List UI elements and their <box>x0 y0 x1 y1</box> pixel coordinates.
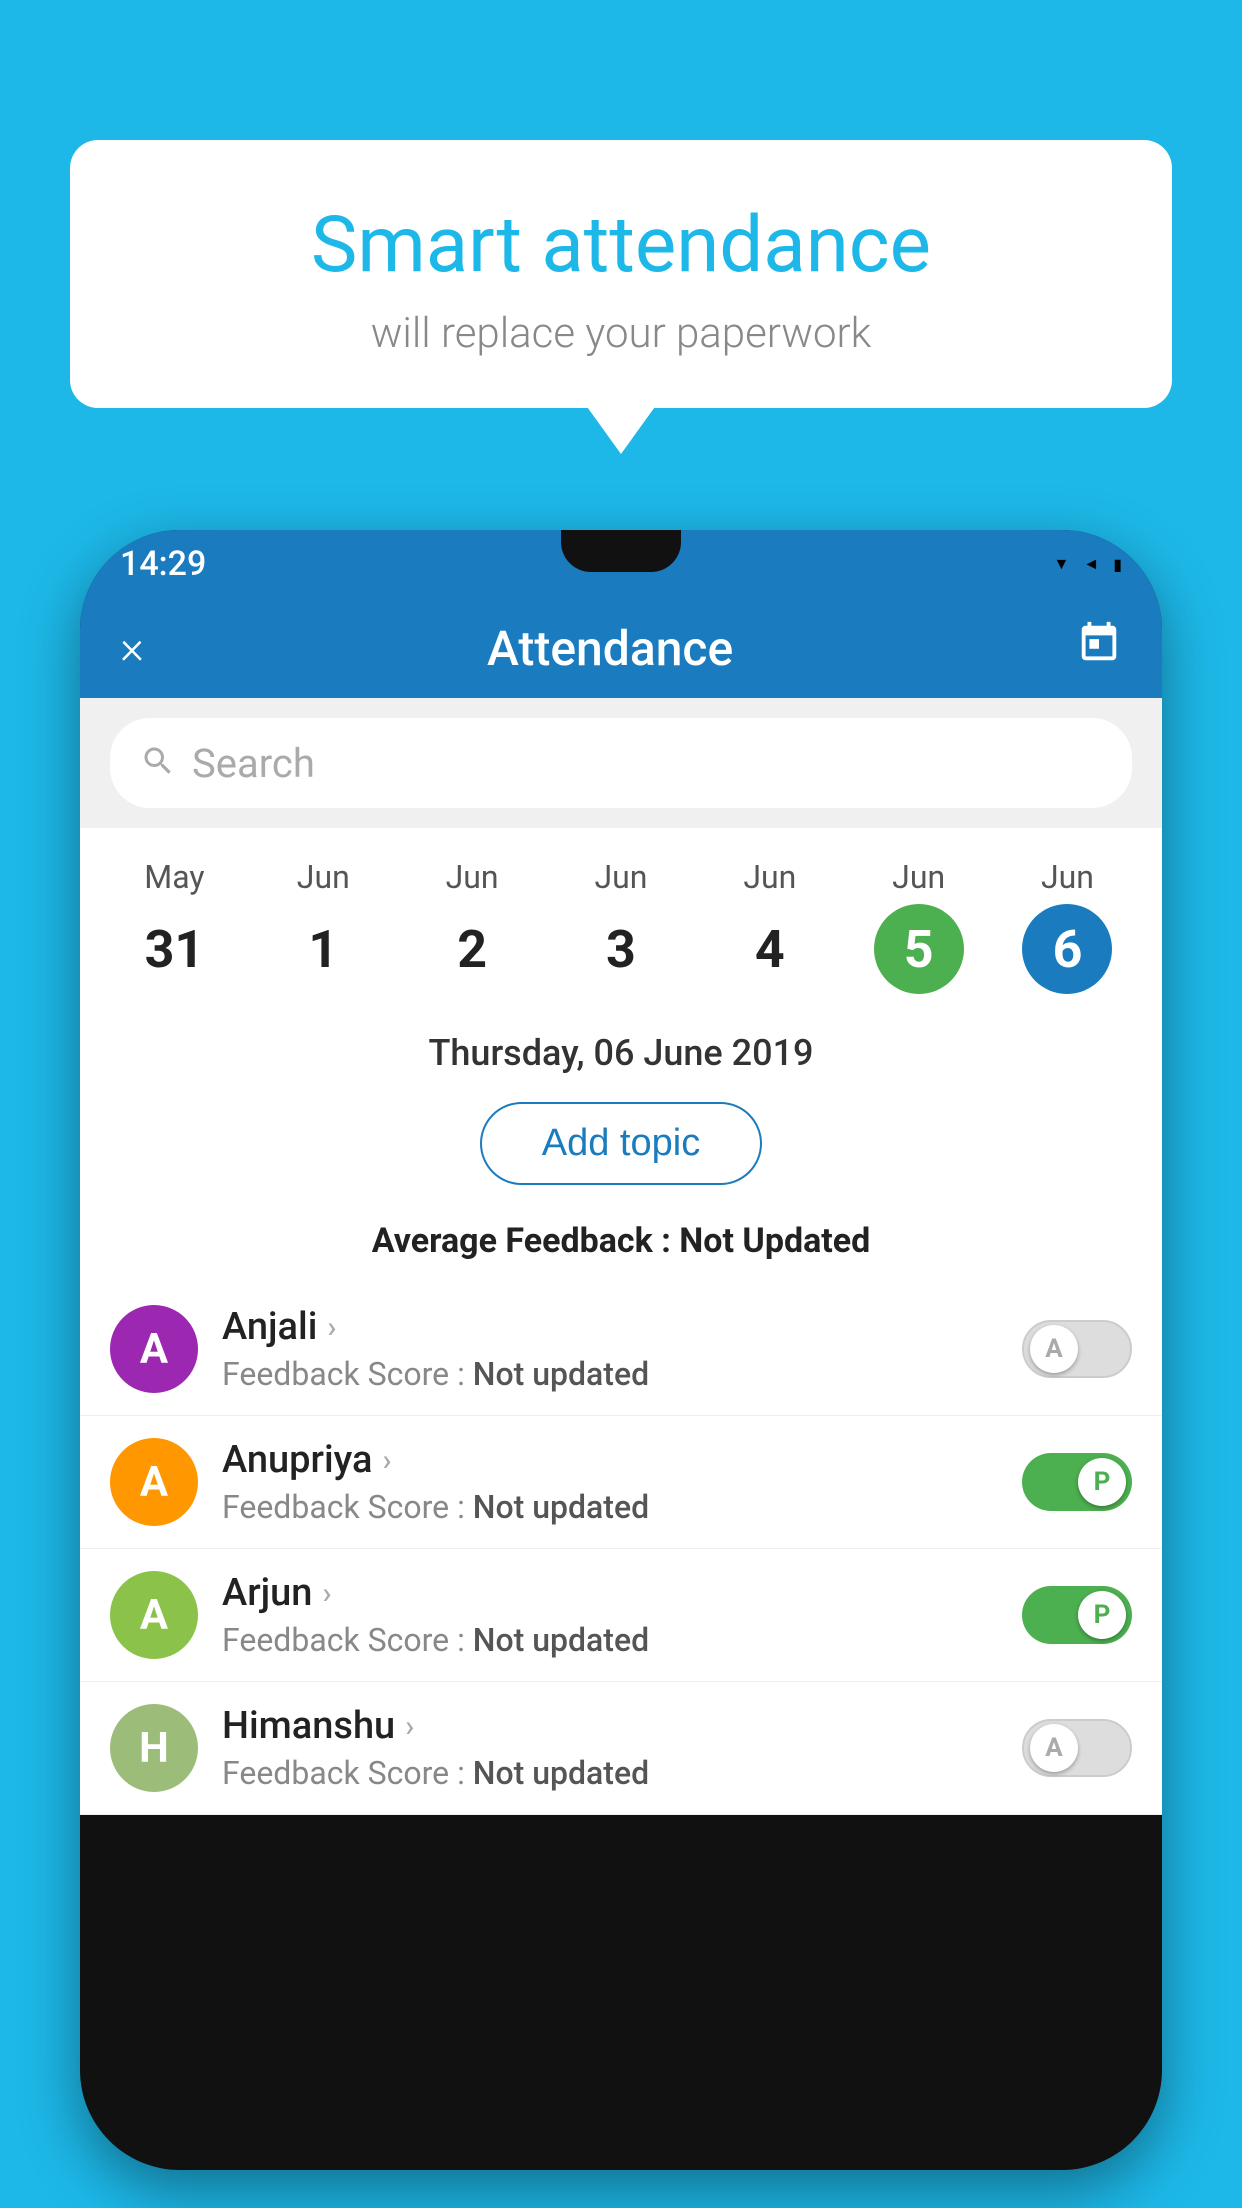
speech-bubble-container: Smart attendance will replace your paper… <box>70 140 1172 408</box>
avg-feedback-value: Not Updated <box>679 1221 870 1261</box>
student-item[interactable]: H Himanshu › Feedback Score : Not updated A <box>80 1682 1162 1815</box>
cal-day-num[interactable]: 31 <box>129 904 219 994</box>
feedback-score: Feedback Score : Not updated <box>222 1754 998 1792</box>
toggle-container: A <box>1022 1719 1132 1777</box>
chevron-right-icon: › <box>322 1576 331 1611</box>
phone-frame: 14:29 ▼ ◄ ▮ × Attendance <box>80 530 1162 2170</box>
student-name: Arjun › <box>222 1571 998 1615</box>
chevron-right-icon: › <box>405 1709 414 1744</box>
cal-month-label: Jun <box>743 858 796 896</box>
calendar-day[interactable]: Jun 1 <box>278 848 368 1004</box>
calendar-day[interactable]: Jun 5 <box>874 848 964 1004</box>
cal-month-label: Jun <box>892 858 945 896</box>
add-topic-container: Add topic <box>80 1092 1162 1211</box>
notch <box>561 530 681 572</box>
cal-month-label: Jun <box>446 858 499 896</box>
student-name: Anupriya › <box>222 1438 998 1482</box>
cal-day-num[interactable]: 1 <box>278 904 368 994</box>
cal-day-num[interactable]: 3 <box>576 904 666 994</box>
student-info: Anupriya › Feedback Score : Not updated <box>222 1438 998 1526</box>
chevron-right-icon: › <box>327 1310 336 1345</box>
app-header: × Attendance <box>80 598 1162 698</box>
status-icons: ▼ ◄ ▮ <box>1054 554 1123 574</box>
student-info: Arjun › Feedback Score : Not updated <box>222 1571 998 1659</box>
speech-bubble: Smart attendance will replace your paper… <box>70 140 1172 408</box>
student-name: Himanshu › <box>222 1704 998 1748</box>
toggle-knob: P <box>1078 1591 1126 1639</box>
student-item[interactable]: A Arjun › Feedback Score : Not updated P <box>80 1549 1162 1682</box>
toggle-container: P <box>1022 1453 1132 1511</box>
search-icon <box>140 743 176 783</box>
toggle-container: P <box>1022 1586 1132 1644</box>
wifi-icon: ▼ <box>1054 554 1070 574</box>
cal-month-label: Jun <box>1041 858 1094 896</box>
signal-icon: ◄ <box>1083 554 1099 574</box>
add-topic-button[interactable]: Add topic <box>480 1102 762 1185</box>
cal-month-label: May <box>144 858 204 896</box>
attendance-toggle[interactable]: A <box>1022 1719 1132 1777</box>
cal-day-num[interactable]: 5 <box>874 904 964 994</box>
attendance-toggle[interactable]: A <box>1022 1320 1132 1378</box>
feedback-score: Feedback Score : Not updated <box>222 1621 998 1659</box>
student-avatar: H <box>110 1704 198 1792</box>
calendar-icon[interactable] <box>1076 620 1122 676</box>
calendar-day[interactable]: Jun 3 <box>576 848 666 1004</box>
avg-feedback-label: Average Feedback : <box>372 1221 680 1261</box>
cal-day-num[interactable]: 6 <box>1022 904 1112 994</box>
student-avatar: A <box>110 1571 198 1659</box>
cal-month-label: Jun <box>594 858 647 896</box>
header-title: Attendance <box>487 620 733 677</box>
calendar-day[interactable]: Jun 4 <box>725 848 815 1004</box>
calendar-day[interactable]: Jun 6 <box>1022 848 1112 1004</box>
toggle-knob: A <box>1030 1325 1078 1373</box>
toggle-container: A <box>1022 1320 1132 1378</box>
student-info: Anjali › Feedback Score : Not updated <box>222 1305 998 1393</box>
search-input[interactable]: Search <box>192 740 315 787</box>
search-bar[interactable]: Search <box>110 718 1132 808</box>
feedback-score: Feedback Score : Not updated <box>222 1355 998 1393</box>
student-item[interactable]: A Anupriya › Feedback Score : Not updated P <box>80 1416 1162 1549</box>
battery-icon: ▮ <box>1113 555 1122 574</box>
cal-day-num[interactable]: 4 <box>725 904 815 994</box>
student-avatar: A <box>110 1305 198 1393</box>
toggle-knob: P <box>1078 1458 1126 1506</box>
student-list: AAnjali ›Feedback Score : Not updatedAAA… <box>80 1283 1162 1815</box>
chevron-right-icon: › <box>382 1443 391 1478</box>
toggle-knob: A <box>1030 1724 1078 1772</box>
bubble-title: Smart attendance <box>130 200 1112 291</box>
calendar-day[interactable]: May 31 <box>129 848 219 1004</box>
bubble-subtitle: will replace your paperwork <box>130 309 1112 358</box>
calendar-row: May 31 Jun 1 Jun 2 Jun 3 Jun 4 Jun 5 Jun 6 <box>80 828 1162 1004</box>
attendance-toggle[interactable]: P <box>1022 1586 1132 1644</box>
cal-day-num[interactable]: 2 <box>427 904 517 994</box>
status-time: 14:29 <box>120 544 206 584</box>
student-item[interactable]: A Anjali › Feedback Score : Not updated A <box>80 1283 1162 1416</box>
student-avatar: A <box>110 1438 198 1526</box>
close-button[interactable]: × <box>120 621 144 675</box>
selected-date: Thursday, 06 June 2019 <box>80 1004 1162 1092</box>
cal-month-label: Jun <box>297 858 350 896</box>
search-container: Search <box>80 698 1162 828</box>
attendance-toggle[interactable]: P <box>1022 1453 1132 1511</box>
student-info: Himanshu › Feedback Score : Not updated <box>222 1704 998 1792</box>
avg-feedback: Average Feedback : Not Updated <box>80 1211 1162 1283</box>
student-name: Anjali › <box>222 1305 998 1349</box>
feedback-score: Feedback Score : Not updated <box>222 1488 998 1526</box>
calendar-day[interactable]: Jun 2 <box>427 848 517 1004</box>
